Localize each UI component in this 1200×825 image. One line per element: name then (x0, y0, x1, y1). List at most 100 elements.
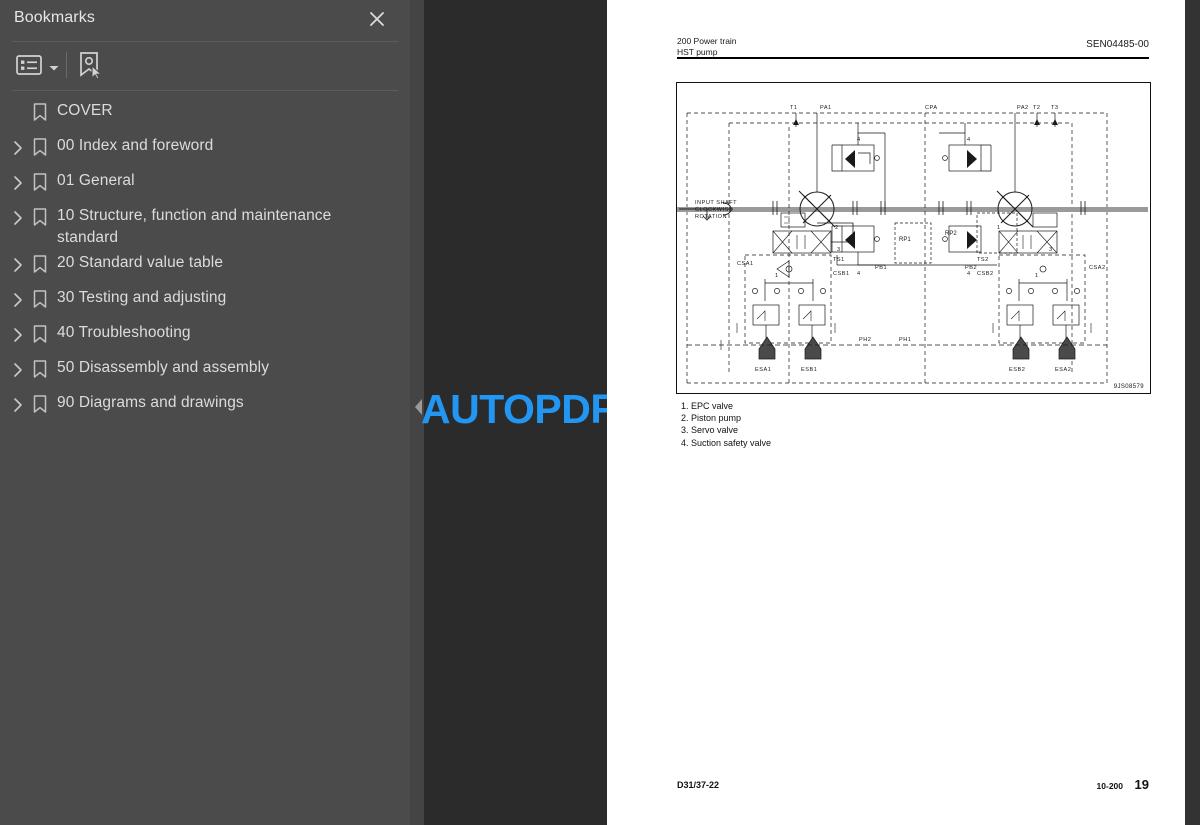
bookmark-list: COVER 00 Index and foreword 01 General 10 S… (0, 96, 410, 423)
svg-text:4: 4 (967, 271, 971, 277)
bookmarks-toolbar (0, 46, 410, 88)
svg-text:PA2: PA2 (1017, 105, 1029, 111)
legend-item: 3. Servo valve (681, 425, 739, 436)
svg-text:ESB1: ESB1 (801, 367, 817, 373)
bookmarks-sidebar: Bookmarks COVER 00 Index and foreword 01… (0, 0, 410, 825)
bookmark-item-label: 20 Standard value table (57, 254, 224, 271)
bookmark-item-label: 50 Disassembly and assembly (57, 359, 270, 376)
footer-page-number: 19 (1134, 777, 1149, 792)
bookmark-item-label: 30 Testing and adjusting (57, 289, 227, 306)
legend-item: 4. Suction safety valve (681, 437, 772, 448)
bookmark-item-label: 90 Diagrams and drawings (57, 394, 244, 411)
svg-text:1: 1 (775, 273, 779, 279)
bookmark-icon (32, 394, 48, 414)
chevron-right-icon[interactable] (10, 326, 26, 344)
toolbar-divider (66, 52, 67, 78)
bookmark-item-label: 00 Index and foreword (57, 137, 214, 154)
figure-legend: 1. EPC valve 2. Piston pump 3. Servo val… (681, 400, 941, 449)
svg-text:PB2: PB2 (965, 265, 977, 271)
header-rule (677, 57, 1149, 59)
header-doc-number: SEN04485-00 (1086, 39, 1149, 50)
bookmark-item[interactable]: 50 Disassembly and assembly (0, 353, 410, 388)
bookmark-icon (32, 289, 48, 309)
svg-text:INPUT SHAFT: INPUT SHAFT (695, 200, 737, 206)
bookmark-icon (32, 359, 48, 379)
svg-text:3: 3 (837, 247, 841, 253)
svg-text:T2: T2 (1033, 105, 1041, 111)
hydraulic-circuit-diagram: RP1 RP2 INPUT SHAFT CLOCKWISE ROTATION T… (676, 82, 1151, 394)
new-bookmark-icon[interactable] (75, 49, 105, 81)
svg-text:T1: T1 (790, 105, 798, 111)
document-page: 200 Power train HST pump SEN04485-00 RP1… (607, 0, 1185, 825)
bookmarks-title: Bookmarks (14, 9, 95, 26)
svg-text:PB1: PB1 (875, 265, 887, 271)
svg-text:CSB2: CSB2 (977, 271, 994, 277)
svg-text:PA1: PA1 (820, 105, 832, 111)
legend-item: 1. EPC valve (681, 401, 734, 411)
svg-text:T3: T3 (1051, 105, 1059, 111)
chevron-right-icon[interactable] (10, 139, 26, 157)
bookmark-icon (32, 102, 48, 122)
bookmark-item-label: 40 Troubleshooting (57, 324, 191, 341)
bookmark-icon (32, 137, 48, 157)
footer-model: D31/37-22 (677, 780, 720, 790)
bookmark-item[interactable]: 20 Standard value table (0, 248, 410, 283)
svg-text:PH1: PH1 (899, 337, 911, 343)
svg-text:1: 1 (1035, 273, 1039, 279)
bookmark-item[interactable]: COVER (0, 96, 410, 131)
close-icon[interactable] (364, 6, 390, 32)
svg-text:4: 4 (857, 271, 861, 277)
svg-text:CPA: CPA (925, 105, 938, 111)
bookmark-icon (32, 172, 48, 192)
header-divider (12, 41, 398, 42)
header-section: 200 Power train HST pump (677, 36, 737, 57)
svg-text:RP2: RP2 (945, 231, 957, 237)
chevron-right-icon[interactable] (10, 361, 26, 379)
svg-text:ESA1: ESA1 (755, 367, 771, 373)
bookmark-item-label: 01 General (57, 172, 135, 189)
svg-text:TS1: TS1 (833, 257, 845, 263)
svg-text:ROTATION: ROTATION (695, 214, 727, 220)
chevron-right-icon[interactable] (10, 396, 26, 414)
svg-text:ESB2: ESB2 (1009, 367, 1025, 373)
header-section-line2: HST pump (677, 46, 718, 57)
svg-text:CSA1: CSA1 (737, 261, 754, 267)
svg-text:3: 3 (1049, 247, 1053, 253)
pdf-viewer-window: Bookmarks COVER 00 Index and foreword 01… (0, 0, 1200, 825)
bookmark-item[interactable]: 40 Troubleshooting (0, 318, 410, 353)
chevron-down-icon[interactable] (48, 60, 60, 71)
svg-text:CLOCKWISE: CLOCKWISE (695, 207, 733, 213)
chevron-right-icon[interactable] (10, 256, 26, 274)
bookmark-item-label: COVER (57, 102, 113, 119)
bookmark-item[interactable]: 00 Index and foreword (0, 131, 410, 166)
svg-text:CSB1: CSB1 (833, 271, 850, 277)
bookmark-item[interactable]: 10 Structure, function and maintenance s… (0, 201, 410, 248)
chevron-right-icon[interactable] (10, 174, 26, 192)
chevron-right-icon[interactable] (10, 291, 26, 309)
bookmark-item-label: 10 Structure, function and maintenance s… (57, 207, 332, 246)
svg-text:TS2: TS2 (977, 257, 989, 263)
svg-text:PH2: PH2 (859, 337, 871, 343)
svg-text:CSA2: CSA2 (1089, 265, 1106, 271)
header-section-line1: 200 Power train (677, 36, 737, 46)
bookmark-icon (32, 207, 48, 227)
toolbar-divider-line (12, 90, 398, 91)
viewer-scrollbar[interactable] (1185, 0, 1200, 825)
bookmark-item[interactable]: 30 Testing and adjusting (0, 283, 410, 318)
figure-drawing-number: 9JS08579 (1113, 384, 1144, 390)
svg-text:4: 4 (857, 137, 861, 143)
bookmarks-header: Bookmarks (0, 0, 410, 40)
bookmark-icon (32, 254, 48, 274)
svg-text:RP1: RP1 (899, 237, 911, 243)
svg-text:1: 1 (997, 225, 1001, 231)
list-options-icon[interactable] (14, 51, 46, 79)
page-footer: D31/37-22 10-200 19 (677, 777, 1149, 796)
svg-text:4: 4 (967, 137, 971, 143)
bookmark-icon (32, 324, 48, 344)
bookmark-item[interactable]: 01 General (0, 166, 410, 201)
chevron-right-icon[interactable] (10, 209, 26, 227)
svg-text:2: 2 (835, 225, 839, 231)
bookmark-item[interactable]: 90 Diagrams and drawings (0, 388, 410, 423)
footer-section-number: 10-200 (1096, 781, 1123, 791)
svg-text:ESA2: ESA2 (1055, 367, 1071, 373)
